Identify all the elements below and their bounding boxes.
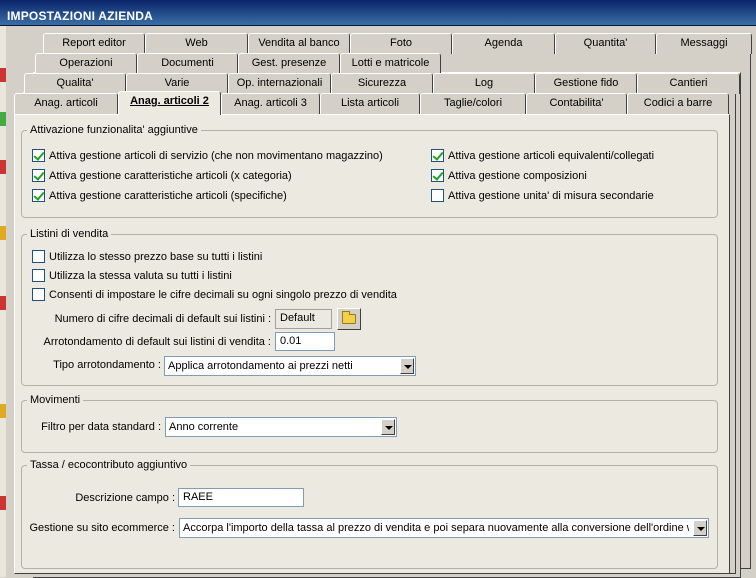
tab-log[interactable]: Log [433, 73, 535, 94]
decimali-label: Numero di cifre decimali di default sui … [54, 313, 271, 325]
background-icon [0, 68, 6, 82]
background-icon [0, 160, 6, 174]
descrizione-input[interactable]: RAEE [178, 488, 304, 507]
tab-lista-articoli[interactable]: Lista articoli [320, 93, 420, 114]
gestione-ecommerce-label: Gestione su sito ecommerce : [29, 522, 175, 534]
tab-report-editor[interactable]: Report editor [43, 33, 145, 54]
funzionalita-legend: Attivazione funzionalita' aggiuntive [30, 124, 198, 136]
background-icon [0, 404, 6, 418]
tab-web[interactable]: Web [145, 33, 248, 54]
tab-page-anag-articoli-2: Attivazione funzionalita' aggiuntive Att… [14, 114, 730, 574]
arrotondamento-label: Arrotondamento di default sui listini di… [43, 336, 271, 348]
checkbox-box[interactable] [32, 250, 45, 263]
tassa-legend: Tassa / ecocontributo aggiuntivo [30, 459, 188, 471]
checkbox-label: Consenti di impostare le cifre decimali … [49, 288, 397, 301]
checkbox-label: Attiva gestione unita' di misura seconda… [448, 189, 654, 202]
filtro-data-label: Filtro per data standard : [41, 421, 161, 433]
checkbox-box[interactable] [32, 169, 45, 182]
tab-agenda[interactable]: Agenda [452, 33, 555, 54]
checkbox-label: Utilizza la stessa valuta su tutti i lis… [49, 269, 232, 282]
tab-codici-a-barre[interactable]: Codici a barre [627, 93, 729, 114]
checkbox-label: Attiva gestione caratteristiche articoli… [49, 189, 287, 202]
tab-messaggi[interactable]: Messaggi [656, 33, 752, 54]
folder-button[interactable] [337, 308, 361, 330]
tab-qualita[interactable]: Qualita' [24, 73, 126, 94]
checkbox-label: Attiva gestione articoli di servizio (ch… [49, 149, 383, 162]
window-title: IMPOSTAZIONI AZIENDA [7, 9, 153, 23]
folder-icon [342, 311, 356, 324]
tab-gestione-fido[interactable]: Gestione fido [535, 73, 637, 94]
gestione-ecommerce-select[interactable]: Accorpa l'importo della tassa al prezzo … [179, 518, 709, 538]
tab-anag-articoli[interactable]: Anag. articoli [14, 93, 118, 114]
select-value: Accorpa l'importo della tassa al prezzo … [183, 522, 689, 534]
checkbox-box[interactable] [32, 189, 45, 202]
checkbox-stesso-prezzo-base[interactable]: Utilizza lo stesso prezzo base su tutti … [32, 250, 262, 263]
tab-anag-articoli-3[interactable]: Anag. articoli 3 [221, 93, 320, 114]
tab-vendita-al-banco[interactable]: Vendita al banco [248, 33, 350, 54]
checkbox-caratteristiche-specifiche[interactable]: Attiva gestione caratteristiche articoli… [32, 189, 287, 202]
checkbox-label: Attiva gestione caratteristiche articoli… [49, 169, 292, 182]
background-icon [0, 112, 6, 126]
chevron-down-icon[interactable] [400, 358, 414, 374]
tab-anag-articoli-2[interactable]: Anag. articoli 2 [118, 91, 221, 115]
movimenti-legend: Movimenti [30, 394, 81, 406]
tab-taglie-colori[interactable]: Taglie/colori [420, 93, 526, 114]
decimali-field[interactable]: Default [275, 309, 332, 329]
checkbox-cifre-decimali[interactable]: Consenti di impostare le cifre decimali … [32, 288, 397, 301]
checkbox-label: Attiva gestione composizioni [448, 169, 587, 182]
tab-lotti-e-matricole[interactable]: Lotti e matricole [340, 53, 441, 74]
tab-contabilita[interactable]: Contabilita' [526, 93, 627, 114]
tab-foto[interactable]: Foto [350, 33, 452, 54]
checkbox-unita-misura-secondarie[interactable]: Attiva gestione unita' di misura seconda… [431, 189, 654, 202]
checkbox-box[interactable] [32, 288, 45, 301]
checkbox-caratteristiche-categoria[interactable]: Attiva gestione caratteristiche articoli… [32, 169, 292, 182]
tab-operazioni[interactable]: Operazioni [35, 53, 137, 74]
tab-cantieri[interactable]: Cantieri [637, 73, 740, 94]
checkbox-box[interactable] [32, 269, 45, 282]
checkbox-articoli-servizio[interactable]: Attiva gestione articoli di servizio (ch… [32, 149, 383, 162]
checkbox-composizioni[interactable]: Attiva gestione composizioni [431, 169, 587, 182]
descrizione-label: Descrizione campo : [75, 492, 175, 504]
tipo-arrotondamento-label: Tipo arrotondamento : [53, 359, 161, 371]
listini-legend: Listini di vendita [30, 228, 109, 240]
select-value: Applica arrotondamento ai prezzi netti [168, 360, 353, 372]
tab-gest-presenze[interactable]: Gest. presenze [238, 53, 340, 74]
tassa-group: Tassa / ecocontributo aggiuntivo [21, 459, 718, 569]
checkbox-label: Attiva gestione articoli equivalenti/col… [448, 149, 655, 162]
chevron-down-icon[interactable] [693, 520, 707, 536]
background-icon [0, 496, 6, 510]
background-icon [0, 226, 6, 240]
checkbox-box[interactable] [431, 189, 444, 202]
tab-quantita[interactable]: Quantita' [555, 33, 656, 54]
tab-op-internazionali[interactable]: Op. internazionali [228, 73, 331, 94]
checkbox-articoli-equivalenti[interactable]: Attiva gestione articoli equivalenti/col… [431, 149, 654, 162]
select-value: Anno corrente [169, 421, 239, 433]
checkbox-box[interactable] [431, 149, 444, 162]
tab-documenti[interactable]: Documenti [137, 53, 238, 74]
filtro-data-select[interactable]: Anno corrente [165, 417, 397, 437]
window-titlebar[interactable]: IMPOSTAZIONI AZIENDA [0, 0, 756, 26]
checkbox-label: Utilizza lo stesso prezzo base su tutti … [49, 250, 263, 263]
background-window-edge [0, 26, 6, 577]
background-icon [0, 296, 6, 310]
checkbox-box[interactable] [32, 149, 45, 162]
tab-sicurezza[interactable]: Sicurezza [331, 73, 433, 94]
tipo-arrotondamento-select[interactable]: Applica arrotondamento ai prezzi netti [164, 356, 416, 376]
arrotondamento-input[interactable]: 0.01 [275, 332, 335, 351]
checkbox-stessa-valuta[interactable]: Utilizza la stessa valuta su tutti i lis… [32, 269, 232, 282]
chevron-down-icon[interactable] [381, 419, 395, 435]
checkbox-box[interactable] [431, 169, 444, 182]
